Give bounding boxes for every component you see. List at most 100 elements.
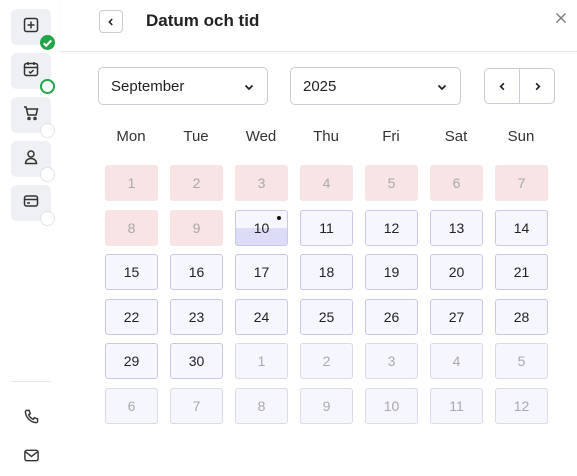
calendar-day-past: 6: [430, 165, 483, 201]
step-add-button[interactable]: [11, 9, 55, 50]
calendar-day[interactable]: 25: [300, 299, 353, 335]
calendar-day-past: 3: [235, 165, 288, 201]
calendar-day-number: 4: [322, 175, 331, 191]
year-select-value: 2025: [303, 77, 337, 95]
plus-box-icon: [22, 16, 40, 39]
calendar-day-number: 11: [449, 398, 464, 414]
calendar-day-today[interactable]: 10: [235, 210, 288, 246]
calendar-day-number: 5: [387, 175, 396, 191]
step-done-badge: [40, 35, 55, 50]
calendar-day[interactable]: 23: [170, 299, 223, 335]
calendar-day[interactable]: 11: [300, 210, 353, 246]
calendar-day-other-month: 12: [495, 388, 548, 424]
calendar-day[interactable]: 30: [170, 343, 223, 379]
step-payment-button[interactable]: [11, 185, 55, 226]
calendar-day-number: 1: [127, 175, 136, 191]
calendar-day[interactable]: 24: [235, 299, 288, 335]
calendar-day[interactable]: 13: [430, 210, 483, 246]
calendar-day[interactable]: 12: [365, 210, 418, 246]
back-button[interactable]: [99, 10, 123, 33]
calendar-day[interactable]: 17: [235, 254, 288, 290]
calendar-day-other-month: 5: [495, 343, 548, 379]
calendar-day[interactable]: 19: [365, 254, 418, 290]
calendar-day-number: 4: [452, 353, 461, 369]
weekday-label: Fri: [382, 128, 400, 145]
calendar-day-number: 28: [513, 309, 530, 325]
calendar-day-number: 19: [383, 264, 400, 280]
calendar-day-number: 21: [513, 264, 530, 280]
close-button[interactable]: [554, 11, 568, 25]
month-select-value: September: [111, 77, 185, 95]
calendar-day-number: 3: [387, 353, 396, 369]
calendar-day-past: 2: [170, 165, 223, 201]
calendar-day[interactable]: 15: [105, 254, 158, 290]
weekday-label: Sat: [444, 128, 468, 145]
calendar-day[interactable]: 26: [365, 299, 418, 335]
close-icon: [556, 13, 566, 23]
calendar-day-number: 20: [448, 264, 465, 280]
calendar-day-past: 4: [300, 165, 353, 201]
calendar-day-other-month: 7: [170, 388, 223, 424]
calendar-day[interactable]: 21: [495, 254, 548, 290]
header: Datum och tid: [60, 0, 577, 52]
calendar-day-number: 24: [253, 309, 270, 325]
step-date-button[interactable]: [11, 53, 55, 94]
calendar-day-number: 13: [448, 220, 465, 236]
calendar-day-other-month: 9: [300, 388, 353, 424]
calendar-day-other-month: 10: [365, 388, 418, 424]
calendar-day-other-month: 1: [235, 343, 288, 379]
sidebar: [0, 0, 60, 476]
calendar-day-other-month: 11: [430, 388, 483, 424]
step-current-badge: [40, 79, 55, 94]
calendar-icon: [22, 60, 40, 83]
calendar-day-number: 14: [513, 220, 530, 236]
calendar-day-past: 8: [105, 210, 158, 246]
calendar-day-past: 9: [170, 210, 223, 246]
check-icon: [42, 39, 53, 47]
next-month-button[interactable]: [519, 69, 554, 103]
year-select[interactable]: 2025: [290, 67, 461, 105]
calendar-day-number: 25: [318, 309, 335, 325]
prev-month-button[interactable]: [485, 69, 519, 103]
calendar-day-number: 15: [123, 264, 140, 280]
step-pending-badge: [40, 123, 55, 138]
calendar-day[interactable]: 27: [430, 299, 483, 335]
mail-button[interactable]: [21, 445, 41, 465]
chevron-left-icon: [498, 82, 504, 90]
calendar-day[interactable]: 20: [430, 254, 483, 290]
phone-icon: [24, 409, 38, 423]
step-user-button[interactable]: [11, 141, 55, 182]
calendar-day-number: 26: [383, 309, 400, 325]
card-icon: [22, 192, 40, 215]
calendar-day-past: 5: [365, 165, 418, 201]
weekday-label: Thu: [313, 128, 339, 145]
calendar-day-other-month: 2: [300, 343, 353, 379]
calendar-day-number: 11: [319, 220, 334, 236]
calendar-day-number: 17: [253, 264, 270, 280]
month-select[interactable]: September: [98, 67, 268, 105]
calendar-day[interactable]: 28: [495, 299, 548, 335]
calendar-day-number: 7: [517, 175, 526, 191]
step-cart-button[interactable]: [11, 97, 55, 138]
phone-button[interactable]: [21, 406, 41, 426]
calendar-day-number: 30: [188, 353, 205, 369]
calendar-day-number: 12: [513, 398, 530, 414]
sidebar-divider: [11, 381, 51, 382]
calendar-day[interactable]: 16: [170, 254, 223, 290]
calendar-day-number: 8: [257, 398, 266, 414]
calendar-day[interactable]: 14: [495, 210, 548, 246]
chevron-left-icon: [108, 18, 113, 25]
calendar-day-number: 2: [192, 175, 201, 191]
calendar-day[interactable]: 22: [105, 299, 158, 335]
calendar-day-other-month: 6: [105, 388, 158, 424]
calendar-day-other-month: 3: [365, 343, 418, 379]
calendar-day-number: 3: [257, 175, 266, 191]
calendar-day[interactable]: 18: [300, 254, 353, 290]
calendar-day-number: 22: [123, 309, 140, 325]
calendar-day-number: 5: [517, 353, 526, 369]
calendar-day-number: 2: [322, 353, 331, 369]
calendar-day[interactable]: 29: [105, 343, 158, 379]
calendar-day-number: 18: [318, 264, 335, 280]
calendar-day-number: 27: [448, 309, 465, 325]
calendar-day-number: 10: [383, 398, 400, 414]
